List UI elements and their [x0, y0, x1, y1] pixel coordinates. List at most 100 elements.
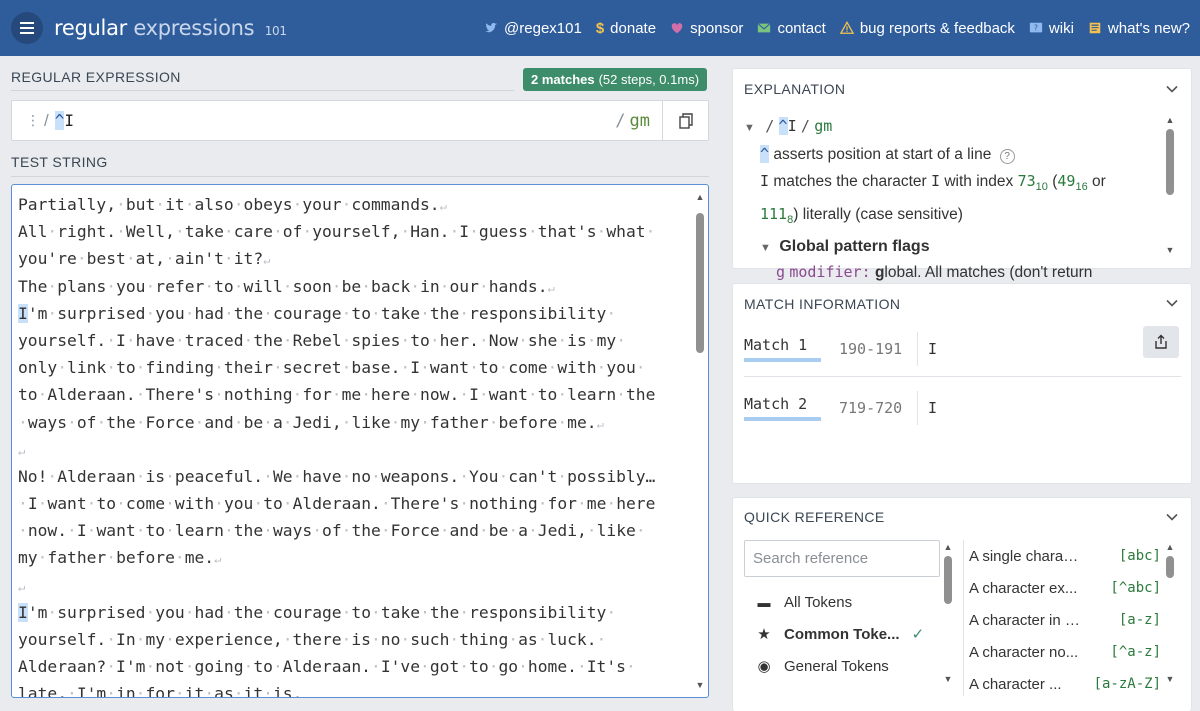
regex-input[interactable]: ^I — [54, 111, 616, 130]
logo[interactable]: regular expressions 101 — [54, 16, 287, 40]
flags-heading[interactable]: ▼ Global pattern flags — [744, 234, 1164, 261]
category-all-tokens[interactable]: ▬ All Tokens — [744, 586, 940, 618]
flags-selector[interactable]: / gm — [615, 111, 650, 131]
category-scrollbar[interactable]: ▲ ▼ — [943, 542, 953, 684]
quick-reference-title: QUICK REFERENCE — [744, 509, 885, 525]
test-line: ·I·want·to·come·with·you·to·Alderaan.·Th… — [18, 490, 684, 517]
quick-reference-panel: QUICK REFERENCE Search reference ▬ All T… — [732, 497, 1192, 711]
test-line: to·Alderaan.·There's·nothing·for·me·here… — [18, 381, 684, 408]
scroll-thumb[interactable] — [696, 213, 704, 353]
export-button[interactable] — [1143, 326, 1179, 358]
nav-sponsor[interactable]: sponsor — [670, 20, 743, 37]
test-line-text: 'm·surprised·you·had·the·courage·to·take… — [27, 602, 617, 622]
test-line: yourself.·I·have·traced·the·Rebel·spies·… — [18, 327, 684, 354]
newline-icon: ↵ — [547, 280, 555, 295]
scroll-up-icon[interactable]: ▲ — [1165, 115, 1175, 125]
explanation-root[interactable]: ▼ / ^I / gm — [744, 113, 1164, 141]
check-icon: ✓ — [911, 626, 925, 643]
scroll-up-icon[interactable]: ▲ — [1165, 542, 1175, 552]
chevron-down-icon[interactable] — [1166, 511, 1178, 523]
test-line: Alderaan?·I'm·not·going·to·Alderaan.·I'v… — [18, 653, 684, 680]
match-highlight: I — [18, 602, 28, 622]
nav-donate[interactable]: $ donate — [596, 20, 656, 37]
test-string-editor[interactable]: Partially,·but·it·also·obeys·your·comman… — [11, 184, 709, 698]
test-line: ·ways·of·the·Force·and·be·a·Jedi,·like·m… — [18, 409, 684, 436]
reference-item[interactable]: A character no... [^a-z] — [969, 636, 1161, 668]
test-scrollbar[interactable]: ▲ ▼ — [695, 193, 705, 690]
chevron-down-icon[interactable] — [1166, 83, 1178, 95]
reference-item[interactable]: A character ex... [^abc] — [969, 572, 1161, 604]
test-line-text: only·link·to·finding·their·secret·base.·… — [18, 358, 646, 378]
scroll-down-icon[interactable]: ▼ — [695, 681, 705, 690]
scroll-down-icon[interactable]: ▼ — [1165, 674, 1175, 684]
test-line: No!·Alderaan·is·peaceful.·We·have·no·wea… — [18, 463, 684, 490]
menu-icon[interactable] — [11, 12, 43, 44]
test-line-text: Partially,·but·it·also·obeys·your·comman… — [18, 195, 440, 214]
test-line-text: late,·I'm·in·for·it·as·it·is. — [18, 684, 303, 698]
editor-panel: REGULAR EXPRESSION 2 matches (52 steps, … — [0, 56, 720, 711]
newline-icon: ↵ — [18, 579, 26, 594]
test-line: yourself.·In·my·experience,·there·is·no·… — [18, 626, 684, 653]
test-line-text: ·I·want·to·come·with·you·to·Alderaan.·Th… — [18, 494, 656, 514]
match-row[interactable]: Match 1 190-191 I — [744, 332, 937, 366]
divider — [917, 332, 918, 366]
test-line-text: The·plans·you·refer·to·will·soon·be·back… — [18, 276, 548, 296]
nav-whats-new[interactable]: what's new? — [1088, 20, 1190, 37]
reference-item[interactable]: A character in t... [a-z] — [969, 604, 1161, 636]
test-line: I'm·surprised·you·had·the·courage·to·tak… — [18, 599, 684, 626]
copy-icon — [678, 112, 693, 129]
drag-handle-icon[interactable]: ⋮ — [26, 112, 40, 129]
explanation-tree: ▼ / ^I / gm ^ asserts position at start … — [744, 113, 1164, 283]
reference-item[interactable]: A character ... [a-zA-Z] — [969, 668, 1161, 700]
explanation-scrollbar[interactable]: ▲ ▼ — [1165, 115, 1175, 255]
newline-icon: ↵ — [439, 199, 447, 213]
divider — [917, 391, 918, 425]
test-string-title: TEST STRING — [11, 154, 108, 170]
nav-contact[interactable]: contact — [757, 20, 826, 37]
test-line-text: yourself.·I·have·traced·the·Rebel·spies·… — [18, 330, 626, 350]
category-common-tokens[interactable]: ★ Common Toke... ✓ — [744, 618, 940, 650]
chevron-down-icon[interactable] — [1166, 297, 1178, 309]
explanation-char-row: I matches the character I with index 731… — [760, 172, 1106, 227]
scroll-thumb[interactable] — [944, 556, 952, 604]
stack-icon: ▬ — [757, 594, 771, 610]
search-reference-input[interactable]: Search reference — [744, 540, 940, 577]
copy-button[interactable] — [662, 101, 708, 140]
category-general-tokens[interactable]: ◉ General Tokens — [744, 650, 940, 682]
reference-item[interactable]: A single charact... [abc] — [969, 540, 1161, 572]
explanation-title: EXPLANATION — [744, 81, 846, 97]
divider — [963, 540, 964, 696]
nav-twitter[interactable]: @regex101 — [484, 20, 582, 37]
match-count-badge: 2 matches (52 steps, 0.1ms) — [523, 68, 708, 91]
dollar-icon: $ — [595, 19, 605, 37]
scroll-up-icon[interactable]: ▲ — [695, 193, 705, 202]
match-row[interactable]: Match 2 719-720 I — [744, 391, 937, 425]
test-line: you're·best·at,·ain't·it?↵ — [18, 245, 684, 272]
star-icon: ★ — [757, 626, 771, 643]
divider — [11, 90, 514, 91]
reference-scrollbar[interactable]: ▲ ▼ — [1165, 542, 1175, 684]
test-line: Partially,·but·it·also·obeys·your·comman… — [18, 191, 684, 218]
nav-wiki[interactable]: ? wiki — [1029, 20, 1074, 37]
test-line-text: yourself.·In·my·experience,·there·is·no·… — [18, 630, 607, 649]
test-line-text: my·father·before·me. — [18, 548, 215, 568]
heart-icon — [671, 23, 683, 34]
top-bar: regular expressions 101 @regex101 $ dona… — [0, 0, 1200, 56]
scroll-thumb[interactable] — [1166, 129, 1174, 195]
scroll-up-icon[interactable]: ▲ — [943, 542, 953, 552]
top-nav: @regex101 $ donate sponsor contact bug r… — [484, 0, 1190, 56]
test-line: All·right.·Well,·take·care·of·yourself,·… — [18, 218, 684, 245]
test-string-content[interactable]: Partially,·but·it·also·obeys·your·comman… — [18, 191, 684, 698]
nav-bug-reports[interactable]: bug reports & feedback — [839, 20, 1015, 37]
help-icon: ? — [1029, 22, 1043, 33]
regex-field[interactable]: ⋮ / ^I / gm — [11, 100, 709, 141]
explanation-panel: EXPLANATION ▼ / ^I / gm ^ asserts positi… — [732, 68, 1192, 281]
test-line-text: ·ways·of·the·Force·and·be·a·Jedi,·like·m… — [18, 412, 597, 432]
test-line: ↵ — [18, 572, 684, 599]
test-line-text: to·Alderaan.·There's·nothing·for·me·here… — [18, 385, 656, 405]
info-icon[interactable]: ? — [999, 149, 1015, 164]
scroll-thumb[interactable] — [1166, 556, 1174, 578]
newline-icon: ↵ — [214, 552, 222, 567]
scroll-down-icon[interactable]: ▼ — [943, 674, 953, 684]
scroll-down-icon[interactable]: ▼ — [1165, 245, 1175, 255]
